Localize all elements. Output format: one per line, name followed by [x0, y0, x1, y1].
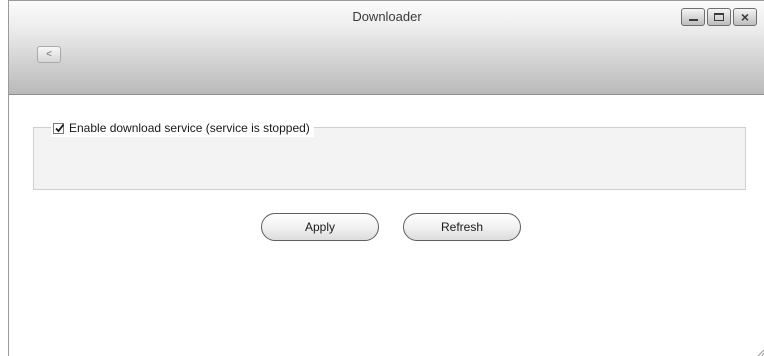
minimize-button[interactable] — [681, 8, 705, 26]
minimize-icon — [689, 19, 698, 21]
enable-download-label[interactable]: Enable download service (service is stop… — [69, 121, 310, 135]
checkmark-icon — [55, 123, 65, 132]
back-button[interactable]: < — [37, 46, 61, 63]
resize-grip-icon[interactable] — [751, 341, 764, 356]
window-controls: × — [681, 8, 757, 26]
downloader-window: Downloader < × Enable download service (… — [8, 0, 764, 356]
chevron-left-icon: < — [46, 49, 52, 60]
maximize-button[interactable] — [707, 8, 731, 26]
title-bar: Downloader < — [9, 1, 764, 95]
apply-button[interactable]: Apply — [261, 213, 379, 241]
enable-download-checkbox[interactable] — [53, 122, 65, 134]
close-icon: × — [740, 9, 750, 25]
download-service-legend: Enable download service (service is stop… — [51, 119, 314, 137]
close-button[interactable]: × — [733, 8, 757, 26]
window-title: Downloader — [352, 9, 422, 24]
maximize-icon — [714, 13, 724, 21]
refresh-button[interactable]: Refresh — [403, 213, 521, 241]
